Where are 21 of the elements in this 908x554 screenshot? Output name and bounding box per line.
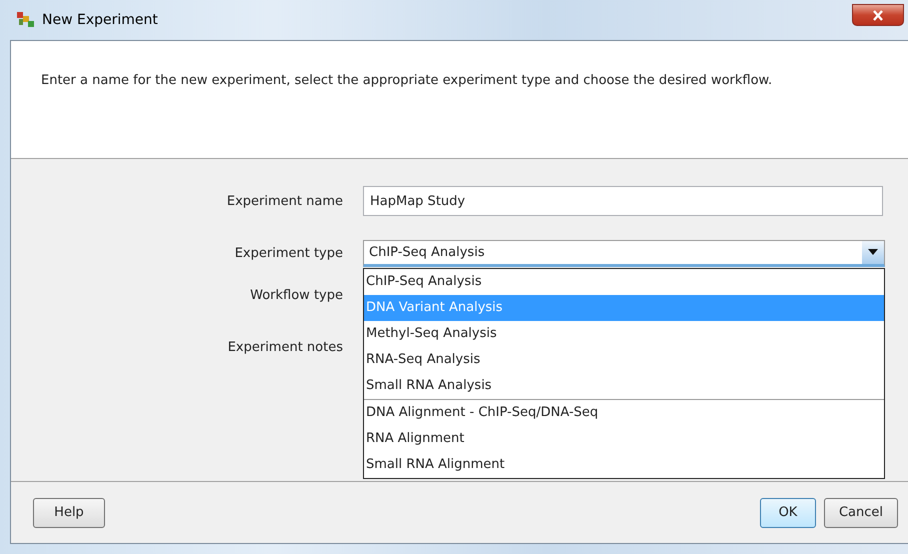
app-icon bbox=[16, 11, 36, 29]
instruction-text: Enter a name for the new experiment, select the appropriate experiment type and choose the desired workflow. bbox=[41, 72, 774, 90]
field-label: Experiment name bbox=[226, 194, 344, 208]
dropdown-option[interactable]: Small RNA Analysis bbox=[364, 372, 884, 398]
help-button[interactable]: Help bbox=[33, 498, 105, 528]
name-field[interactable]: HapMap Study bbox=[363, 186, 883, 216]
close-button[interactable] bbox=[852, 4, 904, 26]
dropdown-option[interactable]: DNA Alignment - ChIP-Seq/DNA-Seq bbox=[364, 400, 884, 426]
ok-button[interactable]: OK bbox=[760, 498, 816, 528]
dropdown-option[interactable]: ChIP-Seq Analysis bbox=[364, 268, 884, 294]
dropdown-option[interactable]: Methyl-Seq Analysis bbox=[364, 320, 884, 346]
field-label: Experiment notes bbox=[226, 340, 344, 354]
window-title: New Experiment bbox=[42, 12, 158, 28]
field-label: Workflow type bbox=[249, 288, 344, 302]
dropdown-option[interactable]: Small RNA Alignment bbox=[364, 452, 884, 478]
dropdown-option[interactable]: RNA-Seq Analysis bbox=[364, 346, 884, 372]
cancel-button[interactable]: Cancel bbox=[824, 498, 898, 528]
field-label: Experiment type bbox=[234, 246, 344, 260]
close-icon bbox=[872, 10, 884, 20]
dropdown-option[interactable]: RNA Alignment bbox=[364, 426, 884, 452]
caret-icon bbox=[868, 249, 878, 255]
